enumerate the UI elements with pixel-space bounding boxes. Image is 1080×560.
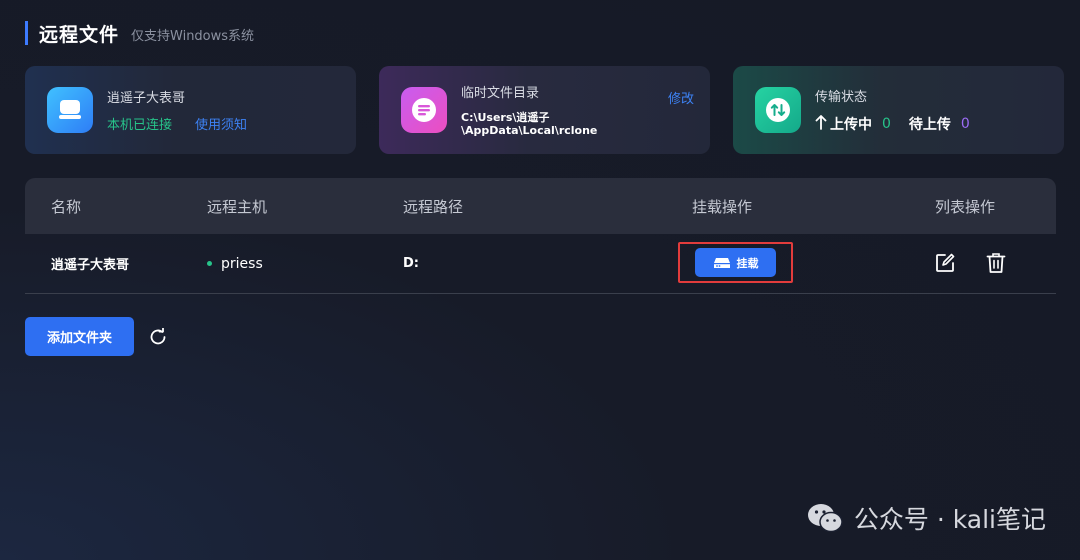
refresh-icon[interactable] — [149, 327, 167, 350]
column-header-path: 远程路径 — [403, 197, 464, 216]
table-row: 逍遥子大表哥 priess D: 挂载 — [25, 234, 1056, 294]
upload-arrow-icon — [815, 114, 827, 134]
page-subtitle: 仅支持Windows系统 — [131, 29, 255, 44]
drive-icon — [713, 257, 730, 268]
page-title: 远程文件 — [39, 23, 120, 46]
table-header: 名称 远程主机 远程路径 挂载操作 列表操作 — [25, 178, 1056, 234]
title-accent-bar — [25, 21, 28, 45]
wechat-icon — [807, 504, 843, 533]
column-header-name: 名称 — [51, 197, 82, 216]
row-name: 逍遥子大表哥 — [51, 258, 130, 273]
temp-dir-path-line2: \AppData\Local\rclone — [461, 123, 598, 137]
transfer-title: 传输状态 — [815, 90, 868, 105]
column-header-actions: 列表操作 — [935, 197, 996, 216]
add-folder-button[interactable]: 添加文件夹 — [25, 317, 134, 356]
watermark: 公众号 · kali笔记 — [806, 500, 1046, 536]
connection-card: 逍遥子大表哥 本机已连接 使用须知 — [25, 66, 356, 154]
connection-title: 逍遥子大表哥 — [107, 91, 186, 106]
temp-dir-card: 临时文件目录 C:\Users\逍遥子 \AppData\Local\rclon… — [379, 66, 710, 154]
connection-status: 本机已连接 — [107, 118, 173, 133]
pending-label: 待上传 — [908, 117, 951, 133]
host-status-dot — [207, 261, 212, 266]
list-doc-icon — [401, 87, 447, 133]
temp-dir-title: 临时文件目录 — [461, 85, 540, 101]
transfer-status-card: 传输状态 上传中 0 待上传 0 — [733, 66, 1064, 154]
uploading-label: 上传中 — [830, 117, 872, 133]
mount-button[interactable]: 挂载 — [695, 248, 776, 277]
device-icon — [47, 87, 93, 133]
uploading-count: 0 — [882, 116, 891, 132]
pending-count: 0 — [960, 116, 970, 132]
column-header-host: 远程主机 — [207, 197, 268, 216]
trash-icon[interactable] — [986, 252, 1006, 278]
usage-notes-link[interactable]: 使用须知 — [195, 114, 247, 133]
mount-button-label: 挂载 — [736, 256, 759, 270]
row-path: D: — [403, 256, 419, 271]
column-header-mount: 挂载操作 — [692, 197, 753, 216]
remote-files-table: 名称 远程主机 远程路径 挂载操作 列表操作 逍遥子大表哥 priess D: … — [25, 178, 1056, 294]
mount-highlight-frame: 挂载 — [678, 242, 793, 283]
page-header: 远程文件 仅支持Windows系统 — [25, 20, 254, 46]
row-host-label: priess — [221, 255, 263, 272]
transfer-arrows-icon — [755, 87, 801, 133]
temp-dir-path-line1: C:\Users\逍遥子 — [461, 110, 550, 124]
edit-temp-dir-link[interactable]: 修改 — [668, 88, 694, 107]
watermark-text: 公众号 · kali笔记 — [853, 505, 1046, 534]
row-host: priess — [207, 256, 263, 272]
edit-icon[interactable] — [935, 253, 955, 277]
